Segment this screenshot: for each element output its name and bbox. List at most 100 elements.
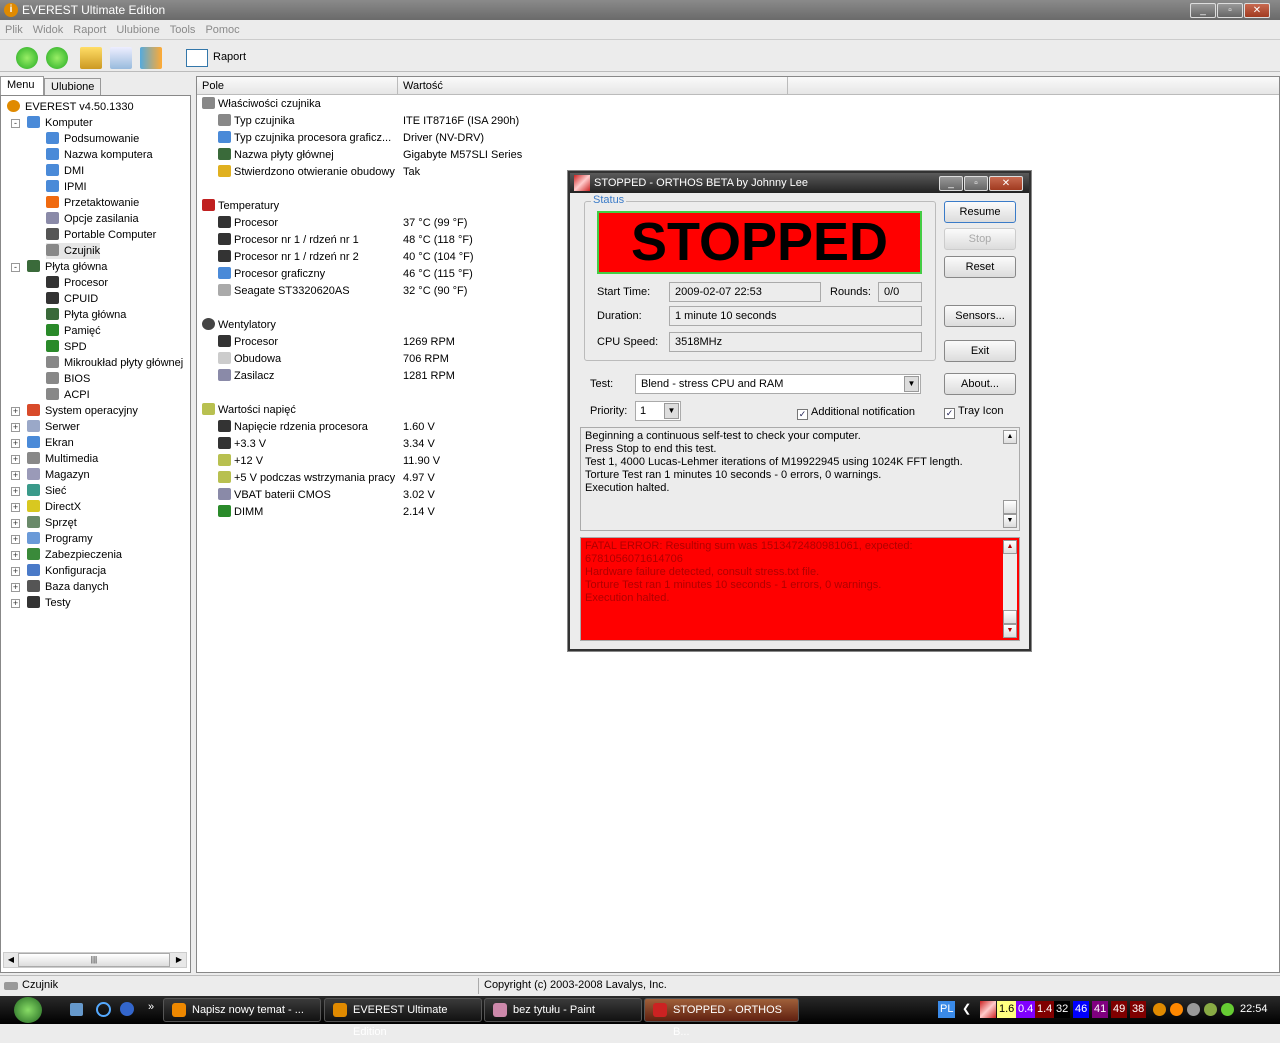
tree-item[interactable]: Czujnik [46,243,101,259]
show-desktop-icon[interactable] [70,1003,83,1016]
tree-item[interactable]: SPD [46,339,87,355]
orthos-maximize-button[interactable]: ▫ [964,176,988,191]
sun-icon[interactable] [1170,1003,1183,1016]
expand-icon[interactable]: + [11,455,20,464]
progress-log[interactable]: ▲ ▼ Beginning a continuous self-test to c… [580,427,1020,531]
internet-explorer-icon[interactable] [96,1002,111,1017]
start-button[interactable] [14,997,42,1023]
expand-icon[interactable]: + [11,567,20,576]
network-warning-icon[interactable] [1187,1003,1200,1016]
expand-icon[interactable]: + [11,503,20,512]
tree-item[interactable]: Magazyn [27,467,90,483]
group-header[interactable]: Właściwości czujnika [202,96,762,113]
expand-icon[interactable]: + [11,519,20,528]
menu-pomoc[interactable]: Pomoc [200,20,244,40]
tree-item[interactable]: Ekran [27,435,74,451]
exit-button[interactable]: Exit [944,340,1016,362]
scroll-up-arrow[interactable]: ▲ [1003,540,1017,554]
sensor-tray-value[interactable]: 1.4 [1035,1001,1055,1018]
clock[interactable]: 22:54 [1238,1001,1270,1018]
orthos-close-button[interactable]: ✕ [989,176,1023,191]
scroll-thumb[interactable] [1003,610,1017,624]
scroll-thumb[interactable] [1003,500,1017,514]
tree-item[interactable]: Płyta główna [46,307,126,323]
expand-icon[interactable]: + [11,583,20,592]
scroll-down-arrow[interactable]: ▼ [1003,624,1017,638]
tree-item[interactable]: DMI [46,163,84,179]
info-icon[interactable] [1153,1003,1166,1016]
table-row[interactable]: Typ czujnika ITE IT8716F (ISA 290h) [218,113,778,130]
more-quicklaunch-icon[interactable]: » [148,1001,154,1013]
taskbar-button[interactable]: Napisz nowy temat - ... [163,998,321,1022]
error-log[interactable]: ▲ ▼ FATAL ERROR: Resulting sum was 151347… [580,537,1020,641]
sensor-tray-value[interactable]: 38 [1130,1001,1147,1018]
tray-expand-icon[interactable]: ❮ [960,1001,973,1018]
collapse-icon[interactable]: - [11,263,20,272]
test-select[interactable]: Blend - stress CPU and RAM ▼ [635,374,921,394]
tree-item[interactable]: EVEREST v4.50.1330 [7,99,134,115]
error-log-scrollbar[interactable]: ▲ ▼ [1003,540,1017,638]
scroll-right-arrow[interactable]: ▶ [172,953,186,967]
language-indicator[interactable]: PL [938,1001,956,1018]
expand-icon[interactable]: + [11,551,20,560]
table-row[interactable]: Nazwa płyty głównej Gigabyte M57SLI Serie… [218,147,778,164]
checkbox-checked-icon[interactable]: ✓ [944,408,955,419]
tab-ulubione[interactable]: Ulubione [44,78,102,96]
report-icon[interactable] [186,49,208,67]
scroll-thumb[interactable]: ||| [18,953,170,967]
back-icon[interactable] [16,47,38,69]
tree-item[interactable]: Procesor [46,275,108,291]
tree-item[interactable]: CPUID [46,291,98,307]
menu-widok[interactable]: Widok [28,20,69,40]
refresh-icon[interactable] [110,47,132,69]
sensor-tray-value[interactable]: 41 [1092,1001,1109,1018]
users-icon[interactable] [140,47,162,69]
tree-item[interactable]: BIOS [46,371,90,387]
orthos-tray-icon[interactable] [980,1001,996,1018]
tree-item[interactable]: Programy [27,531,93,547]
tree-item[interactable]: System operacyjny [27,403,138,419]
checkbox-checked-icon[interactable]: ✓ [797,409,808,420]
sensor-tray-value[interactable]: 1.6 [997,1001,1017,1018]
tree-item[interactable]: DirectX [27,499,81,515]
log-scrollbar[interactable]: ▲ ▼ [1003,430,1017,528]
sensor-tray-value[interactable]: 32 [1054,1001,1071,1018]
tree-item[interactable]: Multimedia [27,451,98,467]
expand-icon[interactable]: + [11,407,20,416]
menu-tools[interactable]: Tools [165,20,201,40]
tree-item[interactable]: Serwer [27,419,80,435]
sensors-button[interactable]: Sensors... [944,305,1016,327]
tree-item[interactable]: Zabezpieczenia [27,547,122,563]
chevron-down-icon[interactable]: ▼ [904,376,919,392]
column-header-wartosc[interactable]: Wartość [398,77,788,95]
tree-item[interactable]: Sprzęt [27,515,77,531]
scroll-left-arrow[interactable]: ◀ [4,953,18,967]
maximize-button[interactable]: ▫ [1217,3,1243,18]
tree-item[interactable]: Sieć [27,483,66,499]
taskbar-button[interactable]: EVEREST Ultimate Edition [324,998,482,1038]
menu-ulubione[interactable]: Ulubione [111,20,164,40]
tree-item[interactable]: Testy [27,595,71,611]
additional-notification-checkbox[interactable]: ✓ Additional notification [797,402,915,422]
menu-plik[interactable]: Plik [0,20,28,40]
expand-icon[interactable]: + [11,471,20,480]
tab-menu[interactable]: Menu [0,76,44,96]
tree-item[interactable]: Podsumowanie [46,131,139,147]
tree-item[interactable]: IPMI [46,179,87,195]
expand-icon[interactable]: + [11,599,20,608]
sensor-tray-value[interactable]: 0.4 [1016,1001,1036,1018]
tree-item[interactable]: Komputer [27,115,93,131]
about-button[interactable]: About... [944,373,1016,395]
tree-horizontal-scrollbar[interactable]: ◀ ||| ▶ [3,952,187,968]
collapse-icon[interactable]: - [11,119,20,128]
expand-icon[interactable]: + [11,535,20,544]
tray-icon-checkbox[interactable]: ✓ Tray Icon [944,401,1003,421]
column-header-pole[interactable]: Pole [197,77,398,95]
table-row[interactable]: Typ czujnika procesora graficz... Driver … [218,130,778,147]
expand-icon[interactable]: + [11,487,20,496]
stop-button[interactable]: Stop [944,228,1016,250]
close-button[interactable]: ✕ [1244,3,1270,18]
expand-icon[interactable]: + [11,439,20,448]
flag-icon[interactable] [1221,1003,1234,1016]
sensor-tray-value[interactable]: 46 [1073,1001,1090,1018]
